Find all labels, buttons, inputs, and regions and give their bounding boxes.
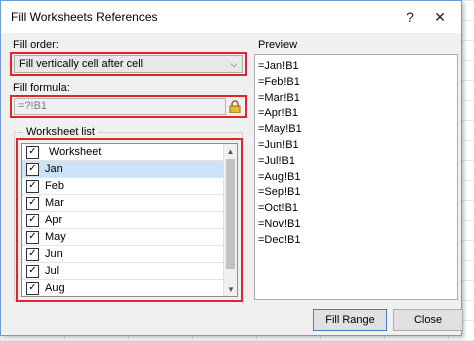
list-item[interactable]: ✓ Aug [22,280,237,296]
scrollbar-thumb[interactable] [226,159,235,269]
preview-line: =May!B1 [258,123,302,136]
help-button[interactable]: ? [395,2,425,32]
preview-line: =Dec!B1 [258,233,301,246]
fill-order-value: Fill vertically cell after cell [19,58,144,70]
item-label: Jul [45,265,60,277]
worksheet-list[interactable]: ✓ Worksheet ✓ Jan ✓ Feb ✓ Mar ✓ Apr ✓ Ma… [21,143,238,297]
preview-line: =Jan!B1 [258,60,299,72]
item-checkbox[interactable]: ✓ [26,230,39,244]
item-checkbox[interactable]: ✓ [26,179,39,193]
item-checkbox[interactable]: ✓ [26,264,39,278]
list-item[interactable]: ✓ Apr [22,212,237,229]
select-all-checkbox[interactable]: ✓ [26,145,39,159]
item-label: Mar [45,197,64,209]
preview-line: =Jul!B1 [258,154,295,167]
chevron-down-icon: ⌵ [230,58,238,69]
fill-range-button[interactable]: Fill Range [313,309,387,331]
preview-line: =Aug!B1 [258,170,301,183]
item-checkbox[interactable]: ✓ [26,196,39,210]
lock-icon-graphic [229,100,241,113]
item-label: Feb [45,180,64,192]
scroll-up-icon[interactable]: ▲ [224,144,237,158]
lock-icon[interactable] [227,98,243,115]
preview-line: =Jun!B1 [258,138,299,151]
item-checkbox[interactable]: ✓ [26,281,39,295]
list-item[interactable]: ✓ May [22,229,237,246]
item-checkbox[interactable]: ✓ [26,247,39,261]
worksheet-list-scrollbar[interactable]: ▲ ▼ [223,144,237,296]
worksheet-list-label: Worksheet list [23,126,98,138]
preview-line: =Nov!B1 [258,217,301,230]
fill-order-dropdown[interactable]: Fill vertically cell after cell ⌵ [14,55,243,73]
preview-line: =Sep!B1 [258,186,301,199]
item-label: Jun [45,248,63,260]
fill-order-label: Fill order: [13,39,59,51]
preview-line: =Feb!B1 [258,75,300,88]
list-item[interactable]: ✓ Mar [22,195,237,212]
item-label: Jan [45,163,63,175]
dialog-title: Fill Worksheets References [11,10,158,24]
fill-worksheets-dialog: Fill Worksheets References ? ✕ Fill orde… [0,0,463,336]
preview-line: =Apr!B1 [258,107,299,120]
title-bar: Fill Worksheets References ? ✕ [1,1,461,33]
preview-line: =Mar!B1 [258,91,300,104]
item-label: Apr [45,214,63,226]
worksheet-column-header: Worksheet [49,146,102,158]
list-item[interactable]: ✓ Jun [22,246,237,263]
fill-formula-label: Fill formula: [13,82,70,94]
item-label: May [45,231,66,243]
list-item[interactable]: ✓ Feb [22,178,237,195]
preview-label: Preview [258,39,298,51]
item-label: Aug [45,282,65,294]
list-item[interactable]: ✓ Jul [22,263,237,280]
close-icon[interactable]: ✕ [425,2,455,32]
preview-line: =Oct!B1 [258,202,299,215]
fill-formula-field[interactable]: =?!B1 [14,98,226,115]
item-checkbox[interactable]: ✓ [26,162,39,176]
worksheet-list-header[interactable]: ✓ Worksheet [22,144,237,161]
preview-box: =Jan!B1 =Feb!B1 =Mar!B1 =Apr!B1 =May!B1 … [254,54,458,300]
list-item[interactable]: ✓ Jan [22,161,237,178]
scroll-down-icon[interactable]: ▼ [224,282,237,296]
close-button[interactable]: Close [393,309,463,331]
item-checkbox[interactable]: ✓ [26,213,39,227]
